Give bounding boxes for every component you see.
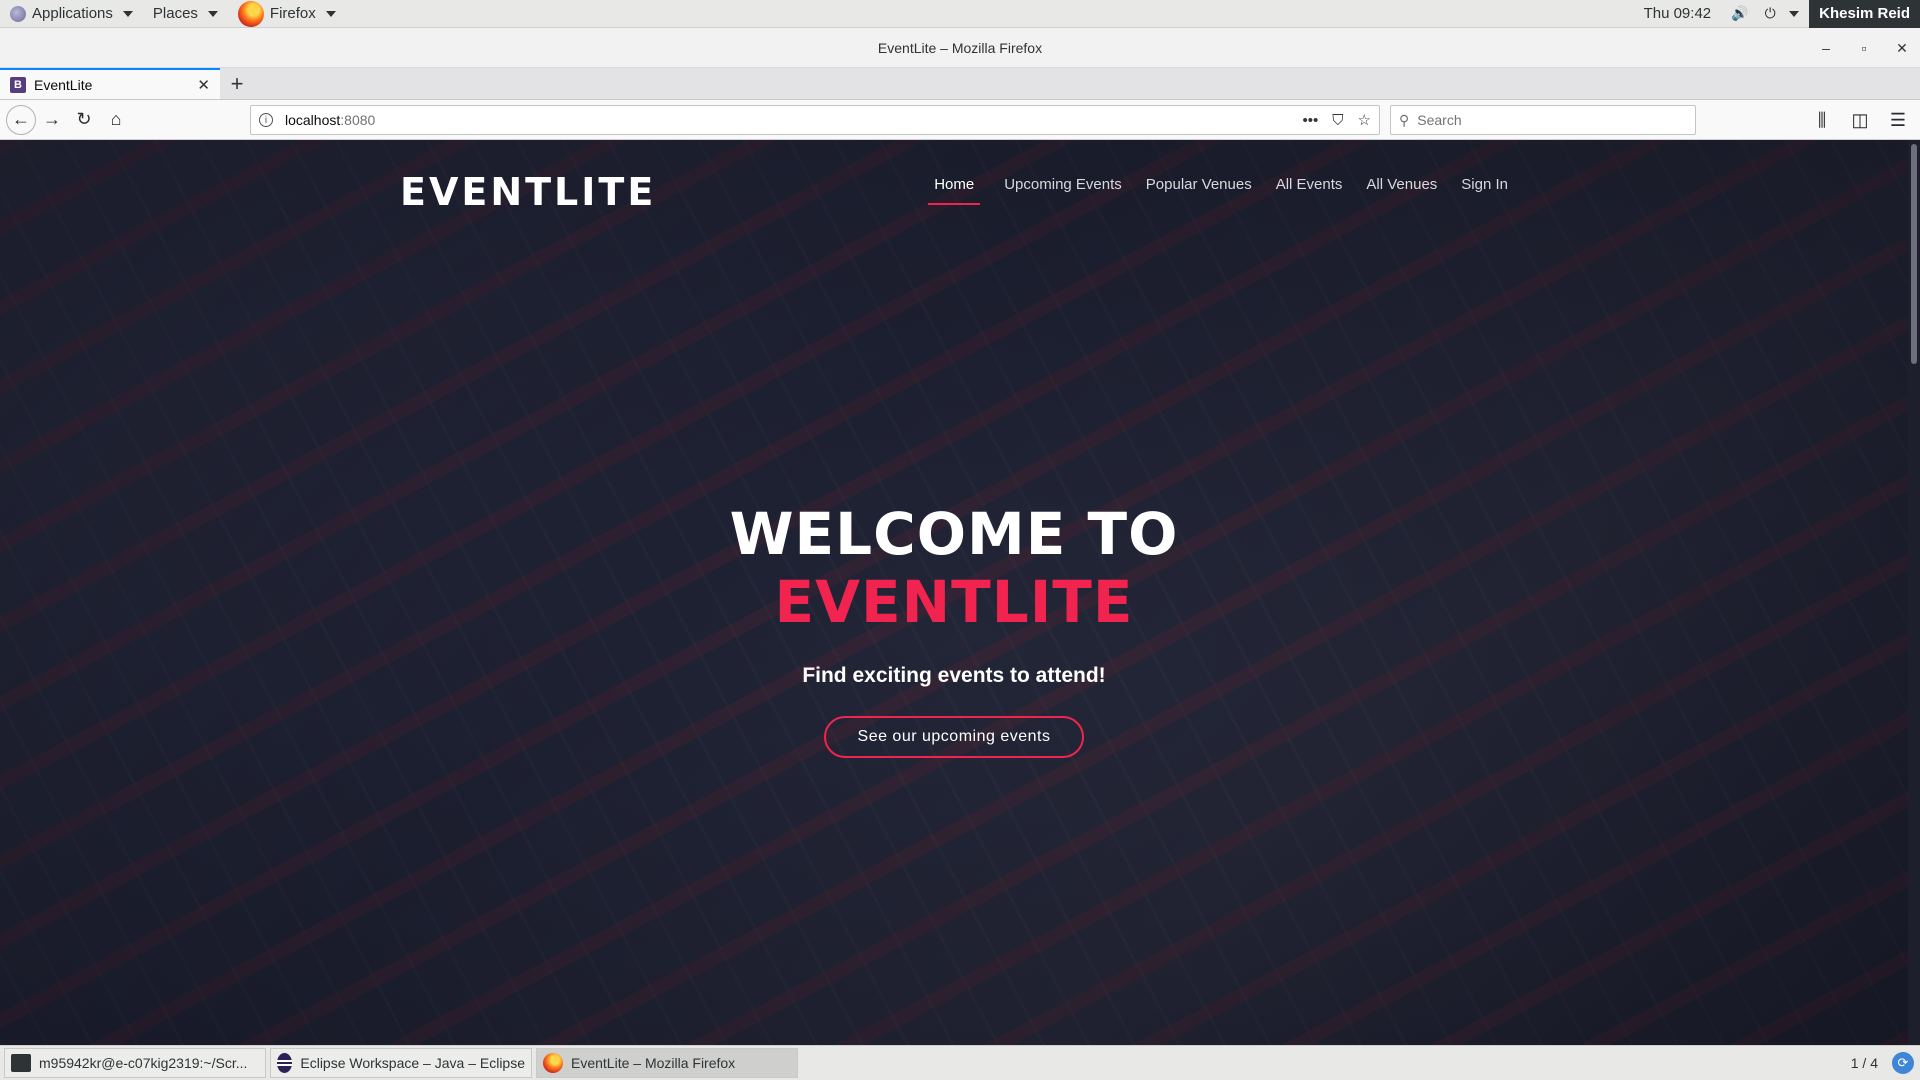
window-title-bar: EventLite – Mozilla Firefox ‒ ▫ ✕ [0, 28, 1920, 68]
applications-label: Applications [32, 5, 113, 22]
taskbar-item-eclipse[interactable]: Eclipse Workspace – Java – Eclipse [270, 1048, 532, 1078]
maximize-icon[interactable]: ▫ [1856, 40, 1872, 56]
applications-menu[interactable]: Applications [0, 0, 143, 28]
page-scrollbar[interactable] [1908, 140, 1920, 1045]
workspace-switcher-icon[interactable]: ⟳ [1892, 1052, 1914, 1074]
page-content: EVENTLITE Home Upcoming Events Popular V… [0, 140, 1908, 1045]
firefox-icon [543, 1053, 563, 1073]
gnome-taskbar: m95942kr@e-c07kig2319:~/Scr... Eclipse W… [0, 1045, 1920, 1080]
minimize-icon[interactable]: ‒ [1818, 40, 1834, 56]
hero-subtitle: Find exciting events to attend! [802, 664, 1106, 687]
chevron-down-icon [122, 10, 133, 17]
close-icon[interactable]: ✕ [1894, 40, 1910, 57]
hamburger-menu-icon[interactable]: ☰ [1882, 104, 1914, 136]
firefox-app-label: Firefox [269, 5, 316, 22]
places-label: Places [152, 5, 198, 22]
site-logo[interactable]: EVENTLITE [400, 170, 656, 214]
reload-icon[interactable]: ↻ [68, 104, 100, 136]
info-icon[interactable]: i [259, 113, 273, 127]
url-bar[interactable]: i localhost:8080 ••• ⛉ ☆ [250, 105, 1380, 135]
tab-eventlite[interactable]: B EventLite ✕ [0, 68, 220, 99]
new-tab-icon[interactable]: + [220, 68, 254, 99]
upcoming-events-button[interactable]: See our upcoming events [823, 716, 1085, 758]
scrollbar-thumb[interactable] [1911, 144, 1917, 364]
library-icon[interactable]: ⫼ [1806, 104, 1838, 136]
nav-all-venues[interactable]: All Venues [1366, 176, 1437, 205]
user-name[interactable]: Khesim Reid [1809, 0, 1920, 28]
nav-home[interactable]: Home [928, 176, 981, 205]
terminal-icon [11, 1054, 31, 1072]
forward-arrow-icon[interactable]: → [36, 104, 68, 136]
bootstrap-favicon-icon: B [10, 76, 26, 93]
home-icon[interactable]: ⌂ [100, 104, 132, 136]
search-bar[interactable]: ⚲ Search [1390, 105, 1696, 135]
page-actions-icon[interactable]: ••• [1303, 112, 1319, 129]
window-title: EventLite – Mozilla Firefox [877, 39, 1043, 56]
clock[interactable]: Thu 09:42 [1630, 5, 1726, 22]
bookmark-star-icon[interactable]: ☆ [1358, 111, 1371, 129]
sidebar-icon[interactable]: ◫ [1844, 104, 1876, 136]
search-placeholder: Search [1417, 112, 1462, 128]
firefox-app-menu[interactable]: Firefox [228, 0, 346, 28]
nav-upcoming-events[interactable]: Upcoming Events [1004, 176, 1122, 205]
hero-title-welcome: WELCOME TO [729, 500, 1179, 568]
places-menu[interactable]: Places [143, 0, 228, 28]
taskbar-item-label: EventLite – Mozilla Firefox [571, 1055, 736, 1071]
gnome-top-bar: Applications Places Firefox Thu 09:42 🔊 … [0, 0, 1920, 28]
site-nav: Home Upcoming Events Popular Venues All … [928, 176, 1508, 205]
navigation-toolbar: ← → ↻ ⌂ i localhost:8080 ••• ⛉ ☆ ⚲ Searc… [0, 100, 1920, 140]
pocket-icon[interactable]: ⛉ [1332, 112, 1343, 129]
nav-sign-in[interactable]: Sign In [1461, 176, 1508, 205]
taskbar-item-label: m95942kr@e-c07kig2319:~/Scr... [39, 1055, 248, 1071]
taskbar-item-firefox[interactable]: EventLite – Mozilla Firefox [536, 1048, 798, 1078]
power-icon[interactable]: ⏻ [1761, 5, 1779, 23]
hero-title-brand: EVENTLITE [774, 568, 1134, 636]
url-host: localhost [285, 112, 341, 128]
close-tab-icon[interactable]: ✕ [197, 76, 210, 94]
taskbar-item-label: Eclipse Workspace – Java – Eclipse [300, 1055, 525, 1071]
tab-label: EventLite [34, 76, 93, 93]
nav-all-events[interactable]: All Events [1276, 176, 1343, 205]
chevron-down-icon [207, 10, 218, 17]
search-icon: ⚲ [1399, 111, 1410, 128]
url-port: :8080 [340, 112, 376, 128]
applications-icon [10, 5, 26, 22]
hero-section: WELCOME TO EVENTLITE Find exciting event… [0, 500, 1908, 758]
nav-popular-venues[interactable]: Popular Venues [1146, 176, 1252, 205]
eclipse-icon [277, 1053, 293, 1073]
chevron-down-icon[interactable] [1789, 10, 1800, 17]
back-arrow-icon[interactable]: ← [6, 104, 36, 135]
workspace-indicator[interactable]: 1 / 4 [1837, 1055, 1892, 1071]
firefox-icon [237, 0, 264, 27]
taskbar-item-terminal[interactable]: m95942kr@e-c07kig2319:~/Scr... [4, 1048, 266, 1078]
volume-icon[interactable]: 🔊 [1731, 5, 1749, 23]
chevron-down-icon [325, 10, 336, 17]
tab-strip: B EventLite ✕ + [0, 68, 1920, 100]
